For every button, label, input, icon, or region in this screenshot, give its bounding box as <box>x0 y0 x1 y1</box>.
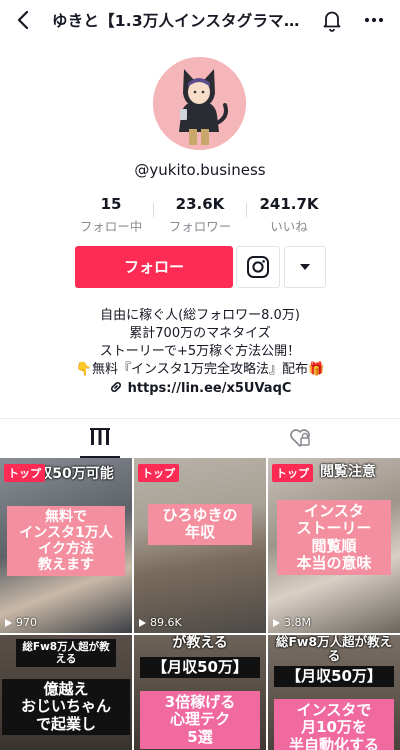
caption-line: インスタ <box>304 502 364 520</box>
caption-line: 月10万を <box>301 718 367 737</box>
caption-line: 心理テク <box>169 710 230 729</box>
caption-line: インスタ1万人 <box>19 525 113 542</box>
content-tabs <box>0 418 400 458</box>
play-icon <box>139 619 146 627</box>
stat-label: いいね <box>270 219 308 234</box>
caption-line: インスタで <box>296 701 372 719</box>
view-count: 970 <box>5 616 37 629</box>
caption-line: 教えます <box>38 557 94 574</box>
username: @yukito.business <box>134 161 266 179</box>
hidden-heart-icon <box>290 429 310 447</box>
avatar[interactable] <box>153 57 246 150</box>
video-grid: 月収50万可能 トップ 無料で インスタ1万人 イク方法 教えます 970 トッ… <box>0 458 400 750</box>
bio: 自由に稼ぐ人(総フォロワー8.0万) 累計700万のマネタイズ ストーリーで+5… <box>0 307 400 379</box>
stat-followers[interactable]: 23.6K フォロワー <box>155 195 245 235</box>
video-thumbnail[interactable]: が教える 【月収50万】 3倍稼げる 心理テク 5選 <box>134 635 266 750</box>
instagram-icon <box>247 256 269 278</box>
bell-icon[interactable] <box>318 6 346 34</box>
follow-button[interactable]: フォロー <box>75 246 233 288</box>
bio-line: 自由に稼ぐ人(総フォロワー8.0万) <box>100 308 300 323</box>
caption-line: おじいちゃん <box>20 697 111 716</box>
page-title: ゆきと【1.3万人インスタグラマ… <box>52 12 300 30</box>
tab-liked[interactable] <box>200 419 400 459</box>
bio-line: 👇無料『インスタ1万完全攻略法』配布🎁 <box>75 362 325 377</box>
caption-line: 5選 <box>187 727 213 746</box>
bio-line: ストーリーで+5万稼ぐ方法公開！ <box>99 344 301 359</box>
caption-line: 閲覧順 <box>311 536 357 555</box>
bio-link[interactable]: https://lin.ee/x5UVaqC <box>128 381 292 396</box>
back-arrow-icon[interactable] <box>10 6 38 34</box>
video-top-text: が教える <box>172 635 228 651</box>
stat-value: 15 <box>100 195 122 213</box>
video-caption: 無料で インスタ1万人 イク方法 教えます <box>7 506 125 577</box>
caption-line: ストーリー <box>296 519 372 538</box>
video-thumbnail[interactable]: 月収50万可能 トップ 無料で インスタ1万人 イク方法 教えます 970 <box>0 458 132 633</box>
view-count-value: 89.6K <box>150 616 182 629</box>
stat-value: 241.7K <box>259 195 319 213</box>
video-thumbnail[interactable]: 総Fw8万人超が教える 【月収50万】 インスタで 月10万を 半自動化する <box>268 635 400 750</box>
suggested-accounts-button[interactable] <box>284 246 326 288</box>
stat-value: 23.6K <box>175 195 225 213</box>
video-subtitle: 【月収50万】 <box>274 666 394 688</box>
video-subtitle: 【月収50万】 <box>140 657 260 679</box>
video-caption: 億越え おじいちゃん で起業し <box>2 679 130 735</box>
view-count-value: 3.8M <box>284 616 311 629</box>
caption-line: で起業し <box>35 714 96 733</box>
pinned-badge: トップ <box>138 464 179 482</box>
grid-icon <box>90 428 110 445</box>
video-top-text: 総Fw8万人超が教える <box>16 639 116 668</box>
caption-line: 無料で <box>45 509 87 525</box>
caption-line: ひろゆきの <box>162 506 238 524</box>
more-dots-icon[interactable] <box>360 6 388 34</box>
caption-line: 本当の意味 <box>296 553 372 572</box>
stat-label: フォロワー <box>168 219 232 234</box>
link-icon <box>110 382 121 392</box>
video-caption: インスタで 月10万を 半自動化する <box>274 699 394 750</box>
caption-line: 億越え <box>43 680 89 698</box>
video-thumbnail[interactable]: 総Fw8万人超が教える 億越え おじいちゃん で起業し <box>0 635 132 750</box>
video-caption: インスタ ストーリー 閲覧順 本当の意味 <box>277 500 391 575</box>
video-caption: ひろゆきの 年収 <box>148 504 252 545</box>
video-thumbnail[interactable]: 閲覧注意 トップ インスタ ストーリー 閲覧順 本当の意味 3.8M <box>268 458 400 633</box>
video-top-text: 閲覧注意 <box>320 464 376 480</box>
caret-down-icon <box>300 264 310 270</box>
bio-link-row: https://lin.ee/x5UVaqC <box>0 380 400 396</box>
caption-line: 3倍稼げる <box>164 693 236 711</box>
stat-likes[interactable]: 241.7K いいね <box>244 195 334 235</box>
stat-label: フォロー中 <box>79 219 143 234</box>
pinned-badge: トップ <box>272 464 313 482</box>
play-icon <box>5 619 12 627</box>
caption-line: 半自動化する <box>288 735 379 750</box>
bio-line: 累計700万のマネタイズ <box>129 326 271 341</box>
pinned-badge: トップ <box>4 464 45 482</box>
view-count-value: 970 <box>16 616 37 629</box>
stat-divider <box>153 203 154 217</box>
video-caption: 3倍稼げる 心理テク 5選 <box>140 691 260 749</box>
caption-line: イク方法 <box>38 541 94 558</box>
instagram-button[interactable] <box>236 246 280 288</box>
view-count: 89.6K <box>139 616 182 629</box>
view-count: 3.8M <box>273 616 311 629</box>
play-icon <box>273 619 280 627</box>
top-bar: ゆきと【1.3万人インスタグラマ… <box>0 0 400 40</box>
video-thumbnail[interactable]: トップ ひろゆきの 年収 89.6K <box>134 458 266 633</box>
video-top-text: 総Fw8万人超が教える <box>275 635 393 664</box>
stat-following[interactable]: 15 フォロー中 <box>66 195 156 235</box>
tab-videos[interactable] <box>0 419 200 459</box>
caption-line: 年収 <box>184 523 215 542</box>
